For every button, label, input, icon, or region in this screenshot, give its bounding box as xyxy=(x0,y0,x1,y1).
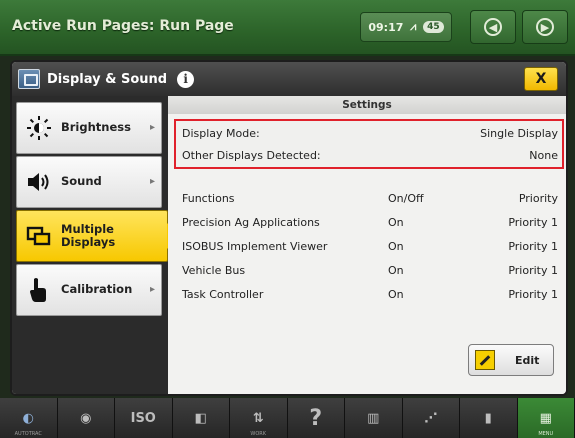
forward-button[interactable]: ▶ xyxy=(522,10,568,44)
edit-button[interactable]: Edit xyxy=(468,344,554,376)
dialog-title: Display & Sound xyxy=(47,71,168,87)
display-settings-icon xyxy=(18,69,40,89)
status-pill: 45 xyxy=(423,21,444,33)
menu-item-sound[interactable]: Sound ▸ xyxy=(16,156,162,208)
clock-time: 09:17 xyxy=(368,20,404,34)
top-bar: Active Run Pages: Run Page 09:17 ⩘ 45 ◀ … xyxy=(0,0,575,56)
page-title: Active Run Pages: Run Page xyxy=(12,18,234,34)
function-priority: Priority 1 xyxy=(508,216,558,229)
autotrac-button[interactable]: ◐ AUTOTRAC xyxy=(0,398,58,438)
function-priority: Priority 1 xyxy=(508,288,558,301)
tool-label: WORK xyxy=(250,431,267,437)
tool-label: AUTOTRAC xyxy=(14,431,42,437)
bars-icon: ▥ xyxy=(367,410,380,426)
menu-item-brightness[interactable]: Brightness ▸ xyxy=(16,102,162,154)
brightness-icon xyxy=(17,116,61,140)
apps-button[interactable]: ▮ xyxy=(460,398,518,438)
touch-hand-icon xyxy=(17,277,61,303)
function-state: On xyxy=(388,264,404,277)
other-displays-value: None xyxy=(529,149,558,162)
apps-icon: ▮ xyxy=(484,410,492,426)
chevron-right-icon: ▸ xyxy=(149,176,155,187)
ag-button[interactable]: ⋰ xyxy=(403,398,460,438)
column-header-priority: Priority xyxy=(518,192,558,205)
function-state: On xyxy=(388,288,404,301)
speaker-icon xyxy=(17,171,61,193)
arrow-left-icon: ◀ xyxy=(484,18,502,36)
close-button[interactable]: X xyxy=(524,67,558,91)
display-sound-dialog: Display & Sound i X Brightness ▸ Sound ▸… xyxy=(10,60,568,396)
function-name: ISOBUS Implement Viewer xyxy=(182,240,328,253)
target-icon: ◉ xyxy=(80,410,92,426)
menu-button[interactable]: ▦ MENU xyxy=(517,398,575,438)
autotrac-icon: ◐ xyxy=(22,410,34,426)
menu-label-sound: Sound xyxy=(61,174,102,189)
info-icon[interactable]: i xyxy=(177,70,195,88)
chevron-right-icon: ▸ xyxy=(149,284,155,295)
menu-item-calibration[interactable]: Calibration ▸ xyxy=(16,264,162,316)
function-name: Precision Ag Applications xyxy=(182,216,320,229)
signal-icon: ⩘ xyxy=(410,20,417,33)
iso-icon: ISO xyxy=(130,410,156,426)
chevron-right-icon: ▸ xyxy=(149,122,155,133)
column-header-functions: Functions xyxy=(182,192,235,205)
function-name: Task Controller xyxy=(182,288,264,301)
work-icon: ⇅ xyxy=(252,410,264,426)
ag-icon: ⋰ xyxy=(424,410,438,426)
menu-grid-icon: ▦ xyxy=(539,410,552,426)
menu-label-multiple-displays: Multiple Displays xyxy=(61,221,116,249)
other-displays-label: Other Displays Detected: xyxy=(182,149,321,162)
menu-label-brightness: Brightness xyxy=(61,120,131,135)
display-mode-value: Single Display xyxy=(480,127,558,140)
side-menu: Brightness ▸ Sound ▸ Multiple Displays C… xyxy=(12,96,179,394)
multiple-displays-icon xyxy=(17,225,61,247)
edit-button-label: Edit xyxy=(515,353,540,367)
help-icon: ? xyxy=(309,405,323,431)
iso-button[interactable]: ISO xyxy=(115,398,173,438)
help-button[interactable]: ? xyxy=(288,398,345,438)
tool-label: MENU xyxy=(538,431,554,437)
display-sound-icon: ◧ xyxy=(194,410,207,426)
display-mode-label: Display Mode: xyxy=(182,127,260,140)
function-priority: Priority 1 xyxy=(508,264,558,277)
column-header-on-off: On/Off xyxy=(388,192,424,205)
settings-panel: Settings Display Mode: Single Display Ot… xyxy=(168,96,566,394)
work-button[interactable]: ⇅ WORK xyxy=(230,398,288,438)
arrow-right-icon: ▶ xyxy=(536,18,554,36)
bottom-toolbar: ◐ AUTOTRAC ◉ ISO ◧ ⇅ WORK ? ▥ ⋰ ▮ ▦ MENU xyxy=(0,398,575,438)
display-sound-button[interactable]: ◧ xyxy=(173,398,230,438)
status-indicator[interactable]: 09:17 ⩘ 45 xyxy=(360,12,452,42)
function-state: On xyxy=(388,240,404,253)
menu-label-calibration: Calibration xyxy=(61,282,133,297)
function-state: On xyxy=(388,216,404,229)
function-priority: Priority 1 xyxy=(508,240,558,253)
settings-title: Settings xyxy=(168,96,566,114)
function-name: Vehicle Bus xyxy=(182,264,246,277)
target-button[interactable]: ◉ xyxy=(58,398,115,438)
back-button[interactable]: ◀ xyxy=(470,10,516,44)
menu-item-multiple-displays[interactable]: Multiple Displays xyxy=(16,210,179,262)
dialog-header: Display & Sound i X xyxy=(12,62,566,96)
pencil-icon xyxy=(475,350,495,370)
bars-button[interactable]: ▥ xyxy=(345,398,403,438)
